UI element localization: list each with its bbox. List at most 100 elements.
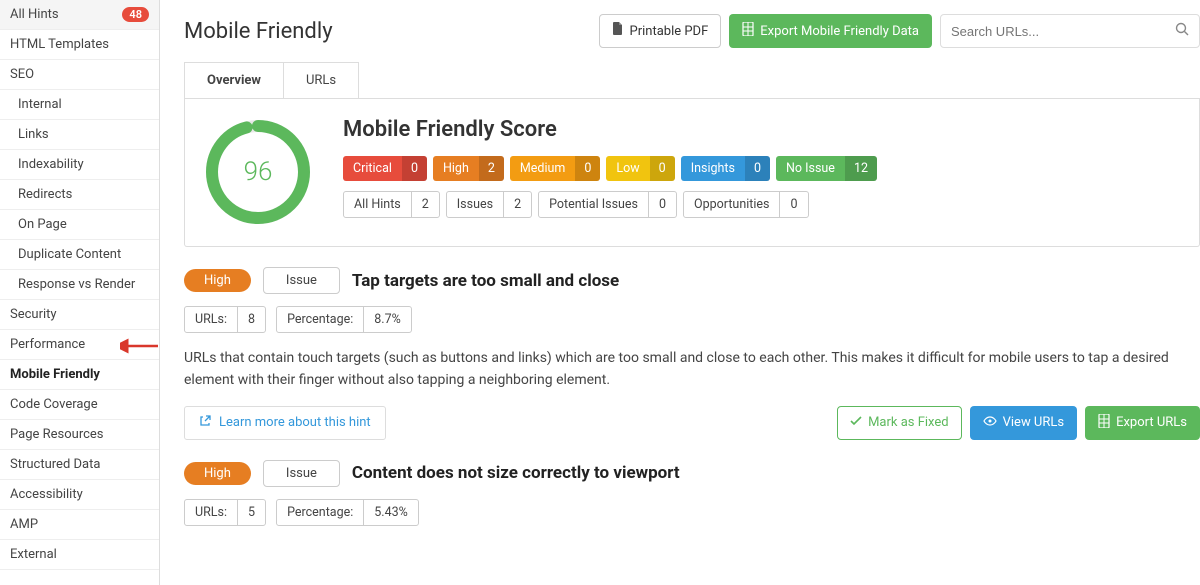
sidebar-item-structured-data[interactable]: Structured Data — [0, 450, 159, 480]
learn-more-label: Learn more about this hint — [219, 415, 371, 430]
mark-fixed-button[interactable]: Mark as Fixed — [837, 406, 962, 440]
tab-overview[interactable]: Overview — [184, 62, 284, 98]
sidebar-item-code-coverage[interactable]: Code Coverage — [0, 390, 159, 420]
sidebar-item-label: Links — [18, 127, 49, 142]
severity-critical[interactable]: Critical0 — [343, 156, 427, 181]
export-data-label: Export Mobile Friendly Data — [760, 24, 919, 39]
view-urls-label: View URLs — [1003, 415, 1064, 430]
filter-opportunities[interactable]: Opportunities0 — [683, 191, 808, 218]
severity-label: Medium — [510, 156, 575, 181]
sidebar-item-redirects[interactable]: Redirects — [0, 180, 159, 210]
sidebar-item-label: AMP — [10, 517, 38, 532]
sidebar-item-indexability[interactable]: Indexability — [0, 150, 159, 180]
severity-count: 0 — [575, 156, 600, 181]
sidebar-item-label: Indexability — [18, 157, 84, 172]
sidebar-item-label: Performance — [10, 337, 85, 352]
sidebar-item-accessibility[interactable]: Accessibility — [0, 480, 159, 510]
sidebar-item-html-templates[interactable]: HTML Templates — [0, 30, 159, 60]
stat-label: URLs: — [185, 307, 237, 332]
hint-pct-stat: Percentage:8.7% — [276, 306, 412, 333]
view-urls-button[interactable]: View URLs — [970, 406, 1077, 440]
stat-value: 5 — [237, 500, 265, 525]
filter-label: Issues — [447, 192, 503, 217]
header-actions: Printable PDF Export Mobile Friendly Dat… — [599, 14, 1200, 48]
hint-pct-stat: Percentage:5.43% — [276, 499, 419, 526]
sidebar-item-page-resources[interactable]: Page Resources — [0, 420, 159, 450]
severity-label: No Issue — [776, 156, 845, 181]
badge-count: 48 — [122, 7, 149, 22]
hint-title: Content does not size correctly to viewp… — [352, 463, 680, 483]
hint-type-pill: Issue — [263, 460, 340, 487]
severity-low[interactable]: Low0 — [606, 156, 674, 181]
sidebar-item-seo[interactable]: SEO — [0, 60, 159, 90]
score-title: Mobile Friendly Score — [343, 117, 1181, 142]
severity-count: 0 — [650, 156, 675, 181]
eye-icon — [983, 415, 997, 430]
score-panel: 96 Mobile Friendly Score Critical0High2M… — [184, 99, 1200, 247]
severity-count: 0 — [402, 156, 427, 181]
printable-pdf-label: Printable PDF — [630, 24, 709, 39]
hint-severity-pill: High — [184, 462, 251, 485]
sidebar-item-label: Structured Data — [10, 457, 100, 472]
document-icon — [612, 22, 624, 40]
severity-medium[interactable]: Medium0 — [510, 156, 601, 181]
severity-no-issue[interactable]: No Issue12 — [776, 156, 877, 181]
export-urls-label: Export URLs — [1116, 415, 1187, 430]
severity-row: Critical0High2Medium0Low0Insights0No Iss… — [343, 156, 1181, 181]
sidebar-item-label: Code Coverage — [10, 397, 98, 412]
filter-issues[interactable]: Issues2 — [446, 191, 532, 218]
search-input[interactable] — [951, 24, 1175, 39]
learn-more-link[interactable]: Learn more about this hint — [184, 406, 386, 440]
sidebar-item-label: Mobile Friendly — [10, 367, 100, 382]
severity-count: 0 — [745, 156, 770, 181]
filter-potential-issues[interactable]: Potential Issues0 — [538, 191, 677, 218]
filter-all-hints[interactable]: All Hints2 — [343, 191, 440, 218]
stat-value: 8 — [237, 307, 265, 332]
page-title: Mobile Friendly — [184, 19, 333, 44]
sidebar-item-amp[interactable]: AMP — [0, 510, 159, 540]
sidebar-item-label: Internal — [18, 97, 62, 112]
score-donut: 96 — [203, 117, 313, 227]
main-content: Mobile Friendly Printable PDF Export Mob… — [160, 0, 1200, 585]
stat-value: 5.43% — [363, 500, 418, 525]
severity-high[interactable]: High2 — [433, 156, 504, 181]
score-value: 96 — [244, 157, 273, 187]
sidebar-item-label: Response vs Render — [18, 277, 135, 292]
mark-fixed-label: Mark as Fixed — [868, 415, 949, 430]
severity-insights[interactable]: Insights0 — [681, 156, 770, 181]
tab-urls[interactable]: URLs — [283, 62, 359, 98]
sidebar-item-links[interactable]: Links — [0, 120, 159, 150]
sidebar-item-internal[interactable]: Internal — [0, 90, 159, 120]
sidebar-item-external[interactable]: External — [0, 540, 159, 570]
severity-label: Low — [606, 156, 649, 181]
sidebar-item-label: HTML Templates — [10, 37, 109, 52]
stat-label: URLs: — [185, 500, 237, 525]
sidebar-item-mobile-friendly[interactable]: Mobile Friendly — [0, 360, 159, 390]
sidebar-item-all-hints[interactable]: All Hints 48 — [0, 0, 159, 30]
hint-urls-stat: URLs:8 — [184, 306, 266, 333]
sidebar-item-label: On Page — [18, 217, 67, 232]
search-urls-box[interactable] — [940, 14, 1200, 48]
sidebar-item-response-vs-render[interactable]: Response vs Render — [0, 270, 159, 300]
filter-count: 0 — [779, 192, 807, 217]
filter-label: Opportunities — [684, 192, 779, 217]
sidebar-item-label: External — [10, 547, 57, 562]
hint-card: HighIssueTap targets are too small and c… — [184, 267, 1200, 440]
filter-label: Potential Issues — [539, 192, 648, 217]
sidebar-item-label: All Hints — [10, 7, 59, 22]
hint-urls-stat: URLs:5 — [184, 499, 266, 526]
severity-label: High — [433, 156, 479, 181]
filter-count: 2 — [503, 192, 531, 217]
sidebar-item-on-page[interactable]: On Page — [0, 210, 159, 240]
sidebar-item-duplicate-content[interactable]: Duplicate Content — [0, 240, 159, 270]
sidebar-item-label: Security — [10, 307, 57, 322]
sidebar-item-label: Duplicate Content — [18, 247, 121, 262]
printable-pdf-button[interactable]: Printable PDF — [599, 14, 722, 48]
severity-count: 12 — [845, 156, 877, 181]
sidebar-item-security[interactable]: Security — [0, 300, 159, 330]
tabs: OverviewURLs — [184, 62, 1200, 99]
export-data-button[interactable]: Export Mobile Friendly Data — [729, 14, 932, 48]
severity-label: Critical — [343, 156, 402, 181]
export-urls-button[interactable]: Export URLs — [1085, 406, 1200, 440]
sidebar-item-performance[interactable]: Performance — [0, 330, 159, 360]
